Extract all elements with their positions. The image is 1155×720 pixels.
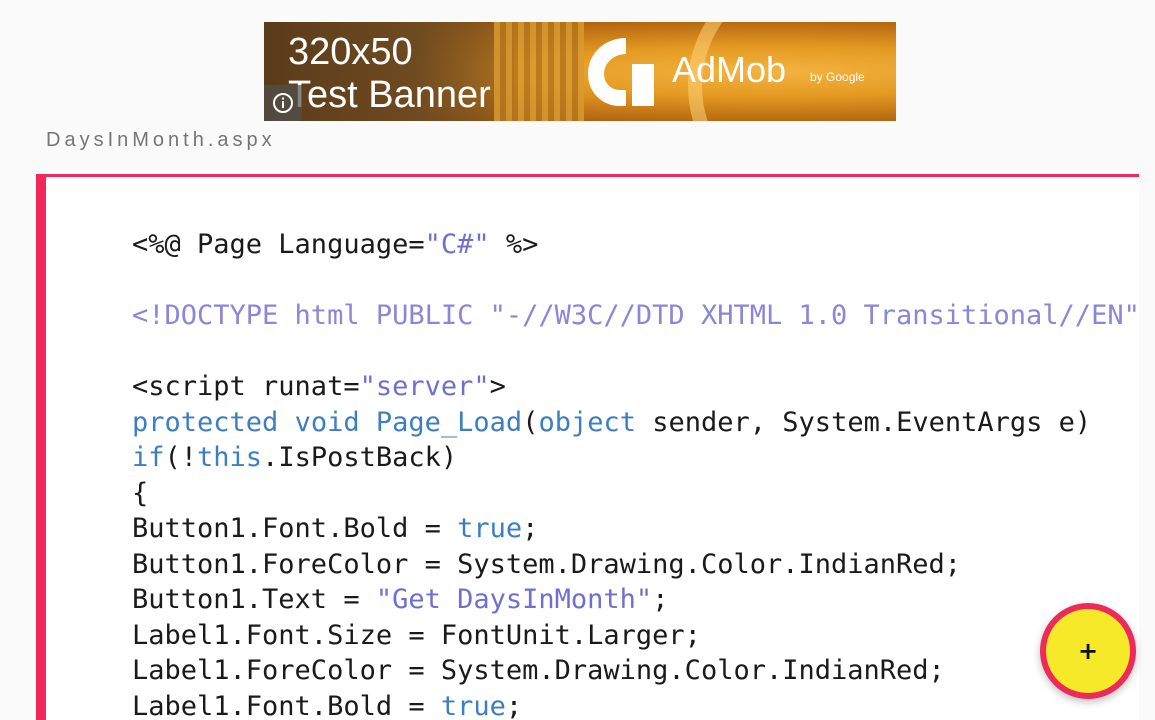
code-token: <script runat= [132,371,360,402]
code-line: Label1.Font.Bold = true; [132,689,1139,720]
code-token: { [132,477,149,509]
plus-icon: + [1077,637,1099,665]
code-token: object [538,406,636,438]
code-token: %> [489,229,539,260]
admob-logo-icon [588,38,654,106]
code-token: .IsPostBack) [262,442,458,473]
code-token: Label1.Font.Size = FontUnit.Larger; [132,619,701,651]
admob-brand-text: AdMob [672,49,787,90]
screen: 320x50 Test Banner AdMob by Google DaysI… [0,0,1155,720]
code-token: <!DOCTYPE html PUBLIC "-//W3C//DTD XHTML… [132,300,1139,331]
code-line: <!DOCTYPE html PUBLIC "-//W3C//DTD XHTML… [132,298,1139,334]
code-token: void [294,406,360,438]
add-fab-button[interactable]: + [1040,603,1136,699]
code-token: protected [132,406,279,438]
code-token: Label1.Font.Bold = [132,690,441,720]
ad-size-label: 320x50 [288,31,413,73]
code-card[interactable]: <%@ Page Language="C#" %> <!DOCTYPE html … [36,174,1139,720]
code-token: Label1.ForeColor = System.Drawing.Color.… [132,655,945,686]
code-token: true [457,513,523,544]
code-token: "Get DaysInMonth" [375,584,653,615]
code-line: Button1.Text = "Get DaysInMonth"; [132,582,1139,618]
admob-by-google-text: by Google [810,70,865,84]
code-line: Label1.ForeColor = System.Drawing.Color.… [132,653,1139,689]
code-line: Label1.Font.Size = FontUnit.Larger; [132,618,1139,654]
code-token: "server" [359,371,490,402]
code-token: ; [652,584,669,615]
code-token: Button1.ForeColor = System.Drawing.Color… [132,548,962,580]
code-token: Page_Load [375,406,523,438]
ad-info-icon[interactable] [264,85,302,121]
ad-test-label: Test Banner [288,74,491,116]
file-name-label: DaysInMonth.aspx [46,129,276,151]
code-token: sender, System.EventArgs e) [636,406,1092,438]
code-line: Button1.Font.Bold = true; [132,511,1139,547]
code-token: true [440,690,506,720]
code-token: if [132,442,165,473]
code-token: "C#" [424,229,490,260]
code-token: <%@ Page Language= [132,229,425,260]
code-token: Button1.Font.Bold = [132,513,458,544]
code-block[interactable]: <%@ Page Language="C#" %> <!DOCTYPE html … [132,227,1139,720]
code-line: protected void Page_Load(object sender, … [132,405,1139,441]
code-line: { [132,476,1139,512]
code-line: <script runat="server"> [132,369,1139,405]
code-line: if(!this.IsPostBack) [132,440,1139,476]
code-token: > [489,371,506,402]
code-token: ; [505,690,523,720]
ad-banner[interactable]: 320x50 Test Banner AdMob by Google [264,22,896,121]
code-token: (! [164,442,198,473]
code-token: ; [522,513,539,544]
ad-banner-pattern [494,22,584,121]
code-token: ( [522,406,539,438]
code-token: this [197,442,263,473]
code-token: Button1.Text = [132,584,376,615]
code-line: <%@ Page Language="C#" %> [132,227,1139,263]
code-line: Button1.ForeColor = System.Drawing.Color… [132,547,1139,583]
